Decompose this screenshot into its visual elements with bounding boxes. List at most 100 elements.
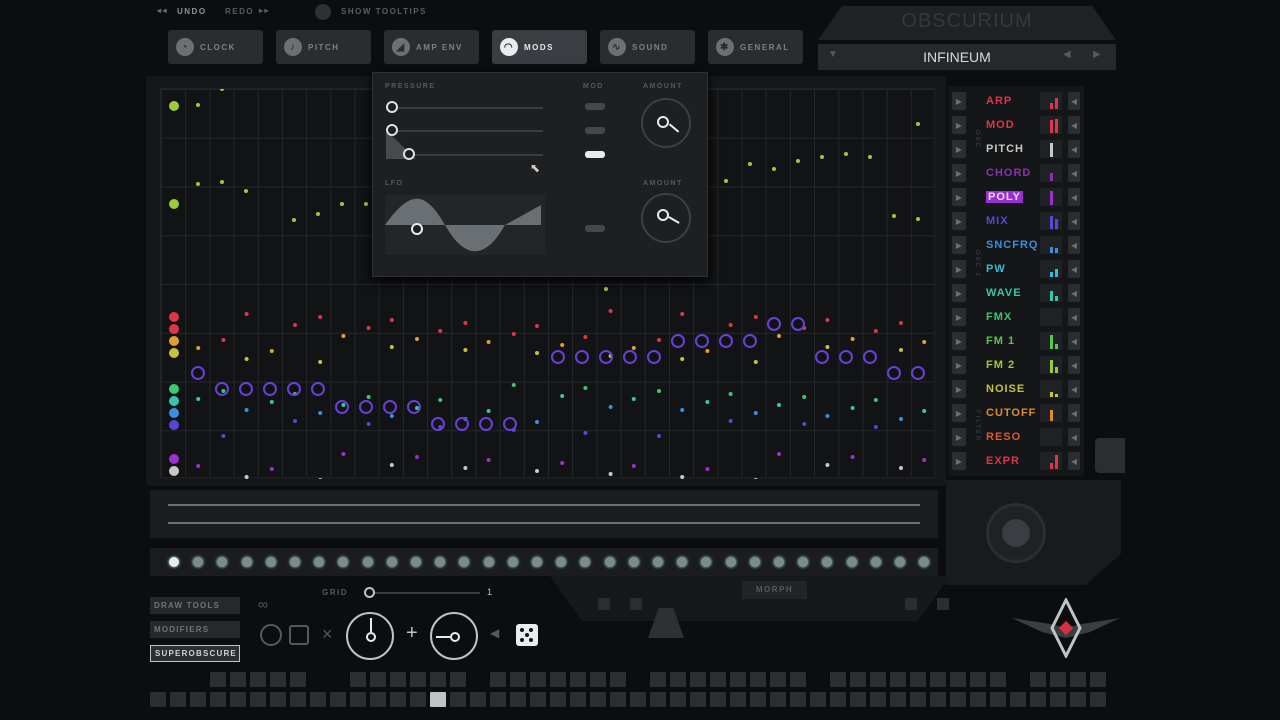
note-dot[interactable] (728, 323, 733, 327)
pressure-handle-3[interactable] (403, 148, 415, 160)
link-icon[interactable]: ∞ (258, 596, 268, 612)
note-dot[interactable] (196, 397, 201, 401)
collapse-arrow-icon[interactable]: ◀ (1068, 92, 1080, 110)
note-dot[interactable] (825, 345, 830, 349)
key[interactable] (170, 692, 186, 707)
pitch-ring[interactable] (503, 417, 517, 431)
modulator-row-pw[interactable]: ▶ PW ◀ (948, 258, 1084, 280)
key[interactable] (850, 692, 866, 707)
key[interactable] (1030, 672, 1046, 687)
play-icon[interactable]: ▶ (952, 260, 966, 278)
pressure-slider-3[interactable] (393, 154, 543, 156)
key[interactable] (310, 692, 326, 707)
note-dot[interactable] (486, 458, 491, 462)
step-indicator[interactable] (314, 557, 325, 567)
key[interactable] (410, 672, 426, 687)
key[interactable] (750, 672, 766, 687)
note-dot[interactable] (657, 434, 661, 438)
modulator-row-expr[interactable]: ▶ EXPR ◀ (948, 450, 1084, 472)
note-dot[interactable] (753, 315, 758, 319)
note-dot[interactable] (777, 334, 781, 338)
mod-toggle-3[interactable] (585, 151, 605, 158)
key[interactable] (710, 672, 726, 687)
note-dot[interactable] (631, 464, 636, 468)
step-indicator[interactable] (265, 557, 276, 567)
key[interactable] (530, 672, 546, 687)
collapse-arrow-icon[interactable]: ◀ (1068, 116, 1080, 134)
key[interactable] (450, 692, 466, 707)
key[interactable] (390, 692, 406, 707)
modulator-row-fm2[interactable]: ▶ FM 2 ◀ (948, 354, 1084, 376)
note-dot[interactable] (221, 338, 226, 342)
multiply-icon[interactable]: × (322, 624, 333, 645)
note-dot[interactable] (366, 395, 371, 399)
note-dot[interactable] (899, 417, 903, 421)
pitch-ring[interactable] (887, 366, 901, 380)
modulator-row-chord[interactable]: ▶ CHORD ◀ (948, 162, 1084, 184)
row-start-dot[interactable] (169, 466, 179, 476)
key[interactable] (510, 692, 526, 707)
tab-sound[interactable]: ∿ SOUND (600, 30, 695, 64)
note-dot[interactable] (511, 383, 516, 387)
pitch-ring[interactable] (623, 350, 637, 364)
note-dot[interactable] (560, 461, 565, 465)
pitch-ring[interactable] (767, 317, 781, 331)
note-dot[interactable] (438, 329, 443, 333)
play-icon[interactable]: ▶ (952, 284, 966, 302)
modulator-label[interactable]: MIX (986, 215, 1009, 227)
side-handle[interactable] (1095, 438, 1125, 473)
key[interactable] (190, 692, 206, 707)
play-icon[interactable]: ▶ (952, 92, 966, 110)
note-dot[interactable] (244, 475, 249, 479)
note-dot[interactable] (511, 332, 516, 336)
modulator-label[interactable]: RESO (986, 431, 1021, 443)
copy-icon-left[interactable] (598, 598, 610, 610)
modulator-label[interactable]: EXPR (986, 455, 1020, 467)
note-dot[interactable] (318, 411, 323, 415)
note-dot[interactable] (583, 386, 588, 390)
pitch-dot[interactable] (820, 155, 824, 159)
key[interactable] (250, 672, 266, 687)
key[interactable] (910, 692, 926, 707)
play-icon[interactable]: ▶ (952, 140, 966, 158)
modulator-label[interactable]: CHORD (986, 167, 1031, 179)
modulator-label[interactable]: WAVE (986, 287, 1022, 299)
note-dot[interactable] (438, 398, 443, 402)
note-dot[interactable] (631, 397, 636, 401)
note-dot[interactable] (535, 420, 539, 424)
note-dot[interactable] (680, 408, 685, 412)
collapse-arrow-icon[interactable]: ◀ (1068, 260, 1080, 278)
note-dot[interactable] (389, 318, 394, 322)
modulator-label[interactable]: POLY (986, 191, 1023, 203)
pressure-handle-2[interactable] (386, 124, 398, 136)
note-dot[interactable] (728, 392, 733, 396)
step-indicator[interactable] (846, 557, 857, 567)
pitch-ring[interactable] (911, 366, 925, 380)
note-dot[interactable] (293, 419, 297, 423)
pitch-ring[interactable] (479, 417, 493, 431)
note-dot[interactable] (802, 395, 807, 399)
step-indicator[interactable] (870, 557, 881, 567)
note-dot[interactable] (680, 475, 685, 479)
key[interactable] (290, 672, 306, 687)
key[interactable] (1050, 672, 1066, 687)
key[interactable] (690, 692, 706, 707)
key[interactable] (930, 692, 946, 707)
key[interactable] (490, 692, 506, 707)
note-dot[interactable] (196, 464, 201, 468)
note-dot[interactable] (269, 467, 274, 471)
key[interactable] (990, 692, 1006, 707)
key[interactable] (670, 672, 686, 687)
pitch-dot[interactable] (169, 199, 179, 209)
draw-tools-button[interactable]: DRAW TOOLS (150, 597, 240, 614)
step-indicator[interactable] (532, 557, 542, 567)
pitch-ring[interactable] (791, 317, 805, 331)
modulator-row-mix[interactable]: ▶ MIX ◀ (948, 210, 1084, 232)
note-dot[interactable] (753, 411, 758, 415)
power-icon[interactable] (260, 624, 282, 646)
note-dot[interactable] (535, 351, 539, 355)
note-dot[interactable] (899, 466, 903, 470)
key[interactable] (450, 672, 466, 687)
key[interactable] (510, 672, 526, 687)
key[interactable] (850, 672, 866, 687)
